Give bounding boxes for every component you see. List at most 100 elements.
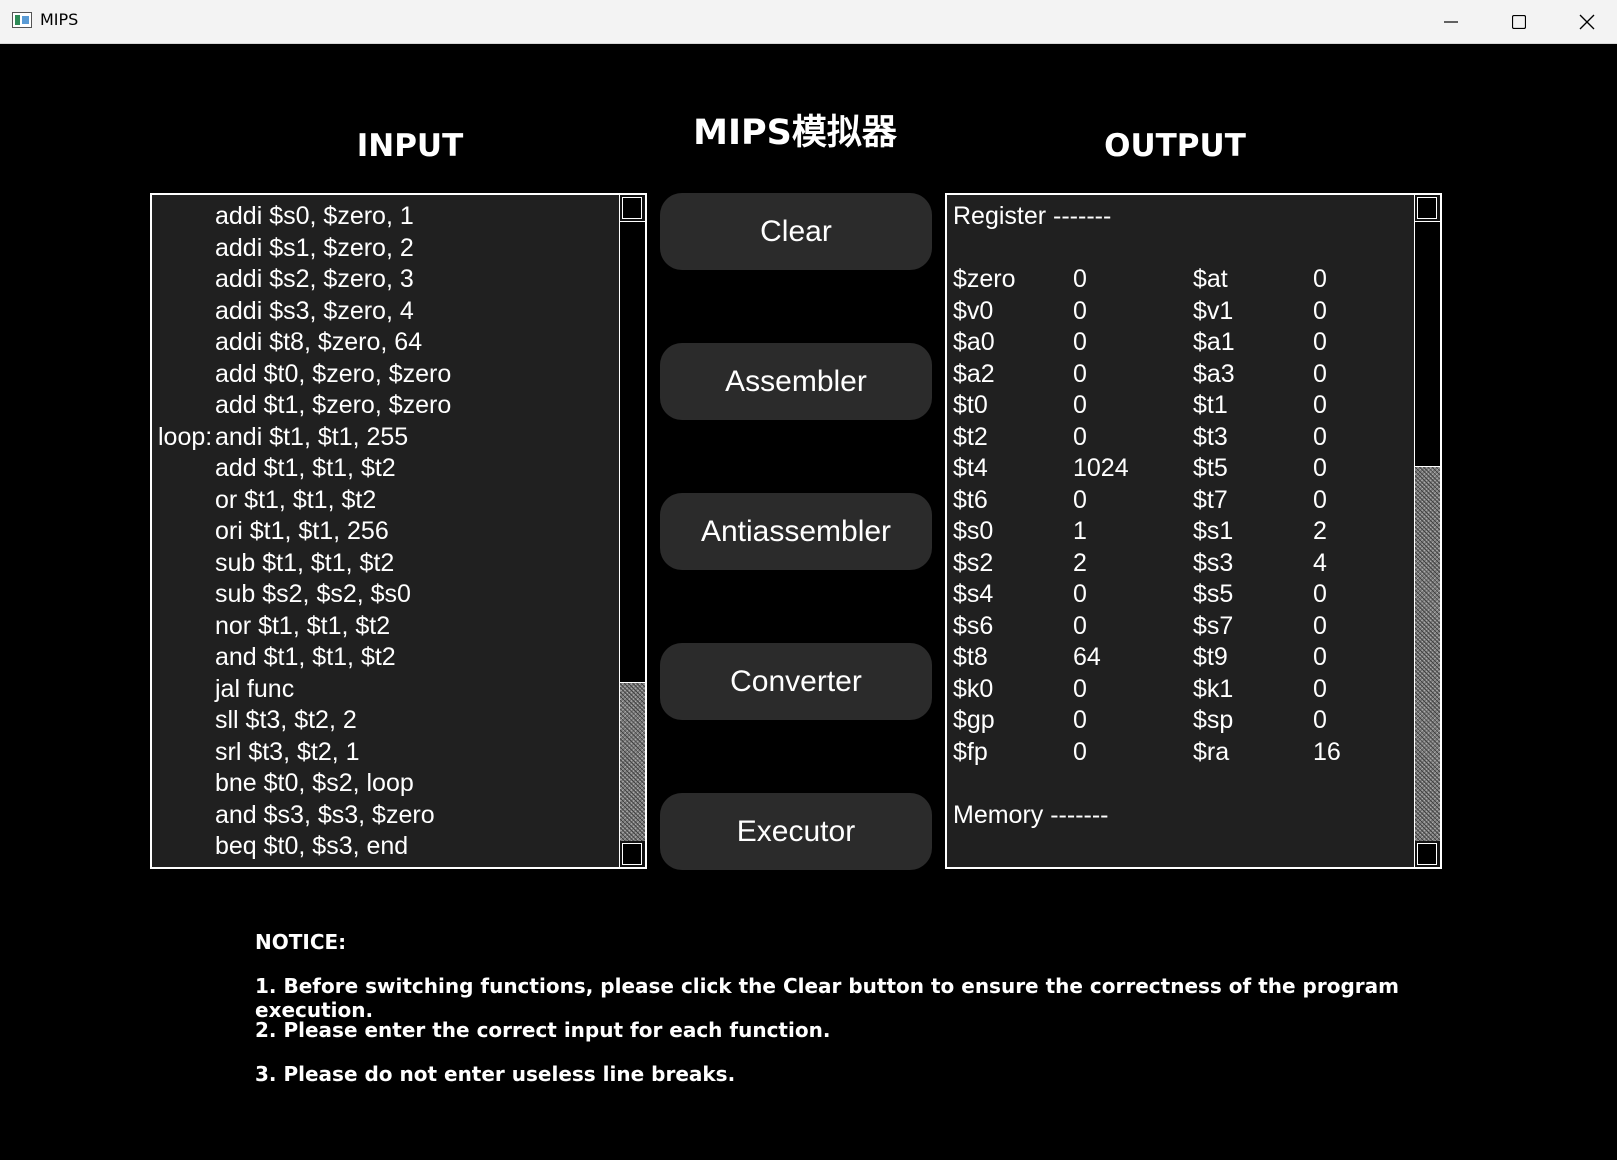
code-line: or $t1, $t1, $t2: [158, 485, 615, 517]
input-scroll-up-arrow[interactable]: [622, 197, 642, 219]
register-name: $t7: [1193, 485, 1228, 514]
code-line: addi $t8, $zero, 64: [158, 327, 615, 359]
register-value: 0: [1313, 265, 1327, 293]
code-instruction: jal func: [215, 674, 295, 703]
code-instruction: ori $t1, $t1, 256: [215, 517, 389, 545]
output-scroll-down-arrow[interactable]: [1417, 843, 1437, 865]
register-row: $k0 0 $k1 0: [953, 674, 1410, 706]
register-name: $s7: [1193, 611, 1234, 640]
register-row: $zero 0 $at 0: [953, 264, 1410, 296]
register-name: $sp: [1193, 706, 1234, 734]
memory-header: Memory -------: [953, 800, 1109, 829]
register-value: 2: [1313, 517, 1327, 545]
register-value: 0: [1313, 643, 1327, 671]
close-button[interactable]: [1553, 0, 1617, 43]
code-instruction: and $s3, $s3, $zero: [215, 800, 435, 829]
output-scroll-thumb[interactable]: [1415, 221, 1440, 467]
register-value: 64: [1073, 643, 1101, 671]
code-label: loop:: [158, 422, 213, 451]
register-name: $zero: [953, 265, 1016, 293]
register-name: $t1: [1193, 391, 1228, 419]
input-scroll-track[interactable]: [620, 683, 645, 841]
register-name: $t0: [953, 391, 988, 419]
executor-button[interactable]: Executor: [660, 793, 932, 870]
register-value: 0: [1073, 328, 1087, 356]
maximize-icon: [1512, 14, 1526, 29]
register-name: $t3: [1193, 422, 1228, 451]
register-row: $t8 64 $t9 0: [953, 642, 1410, 674]
maximize-button[interactable]: [1485, 0, 1553, 43]
code-line: addi $s1, $zero, 2: [158, 233, 615, 265]
minimize-button[interactable]: [1417, 0, 1485, 43]
output-scrollbar[interactable]: [1414, 195, 1440, 867]
register-name: $ra: [1193, 737, 1230, 766]
code-instruction: and $t1, $t1, $t2: [215, 643, 396, 671]
register-name: $s1: [1193, 517, 1234, 545]
notice-section: NOTICE: 1. Before switching functions, p…: [255, 930, 1455, 1106]
output-scroll-up-arrow[interactable]: [1417, 197, 1437, 219]
input-scroll-down-arrow[interactable]: [622, 843, 642, 865]
output-textarea[interactable]: Register ------- $zero 0 $at 0 $v0 0 $v1 0 $a0 0 $…: [945, 193, 1442, 869]
code-line: add $t0, $zero, $zero: [158, 359, 615, 391]
register-name: $s6: [953, 611, 994, 640]
notice-item: 3. Please do not enter useless line brea…: [255, 1062, 736, 1086]
register-name: $gp: [953, 706, 995, 734]
register-value: 4: [1313, 548, 1327, 577]
register-name: $k0: [953, 674, 994, 703]
code-line: and $t1, $t1, $t2: [158, 642, 615, 674]
code-instruction: bne $t0, $s2, loop: [215, 769, 414, 797]
code-instruction: add $t1, $zero, $zero: [215, 391, 452, 419]
register-name: $a1: [1193, 328, 1235, 356]
register-value: 0: [1313, 674, 1327, 703]
code-line: add $t1, $zero, $zero: [158, 390, 615, 422]
register-value: 1024: [1073, 454, 1129, 482]
register-name: $t5: [1193, 454, 1228, 482]
code-instruction: sub $t1, $t1, $t2: [215, 548, 395, 577]
code-instruction: andi $t1, $t1, 255: [215, 422, 409, 451]
input-scroll-thumb[interactable]: [620, 221, 645, 683]
register-value: 0: [1073, 737, 1087, 766]
code-instruction: add $t1, $t1, $t2: [215, 454, 396, 482]
code-instruction: add $t0, $zero, $zero: [215, 359, 452, 388]
code-line: and $s3, $s3, $zero: [158, 800, 615, 832]
register-name: $at: [1193, 265, 1228, 293]
input-textarea[interactable]: addi $s0, $zero, 1 addi $s1, $zero, 2 addi…: [150, 193, 647, 869]
register-value: 0: [1313, 706, 1327, 734]
register-value: 0: [1313, 485, 1327, 514]
code-line: beq $t0, $s3, end: [158, 831, 615, 863]
converter-button[interactable]: Converter: [660, 643, 932, 720]
code-instruction: addi $t8, $zero, 64: [215, 328, 423, 356]
input-scrollbar[interactable]: [619, 195, 645, 867]
code-instruction: addi $s2, $zero, 3: [215, 265, 414, 293]
register-value: 0: [1073, 674, 1087, 703]
register-name: $k1: [1193, 674, 1234, 703]
register-name: $t4: [953, 454, 988, 482]
register-row: $t0 0 $t1 0: [953, 390, 1410, 422]
register-value: 0: [1073, 391, 1087, 419]
notice-item: 2. Please enter the correct input for ea…: [255, 1018, 831, 1042]
register-value: 0: [1313, 296, 1327, 325]
register-row: $s0 1 $s1 2: [953, 516, 1410, 548]
register-row: $s6 0 $s7 0: [953, 611, 1410, 643]
code-line: ori $t1, $t1, 256: [158, 516, 615, 548]
input-code-lines: addi $s0, $zero, 1 addi $s1, $zero, 2 addi…: [158, 201, 615, 863]
register-row: $t4 1024 $t5 0: [953, 453, 1410, 485]
code-line: addi $s2, $zero, 3: [158, 264, 615, 296]
antiassembler-button[interactable]: Antiassembler: [660, 493, 932, 570]
output-scroll-track[interactable]: [1415, 467, 1440, 841]
register-row: $v0 0 $v1 0: [953, 296, 1410, 328]
register-name: $t2: [953, 422, 988, 451]
assembler-button[interactable]: Assembler: [660, 343, 932, 420]
input-heading: INPUT: [356, 128, 464, 164]
register-row: $s4 0 $s5 0: [953, 579, 1410, 611]
code-instruction: addi $s0, $zero, 1: [215, 202, 414, 230]
register-row: $fp 0 $ra 16: [953, 737, 1410, 769]
clear-button[interactable]: Clear: [660, 193, 932, 270]
app-heading: MIPS模拟器: [693, 113, 897, 153]
window-title: MIPS: [40, 10, 79, 29]
output-heading: OUTPUT: [1104, 128, 1246, 164]
register-row: $t2 0 $t3 0: [953, 422, 1410, 454]
register-value: 0: [1313, 611, 1327, 640]
register-name: $s3: [1193, 548, 1234, 577]
